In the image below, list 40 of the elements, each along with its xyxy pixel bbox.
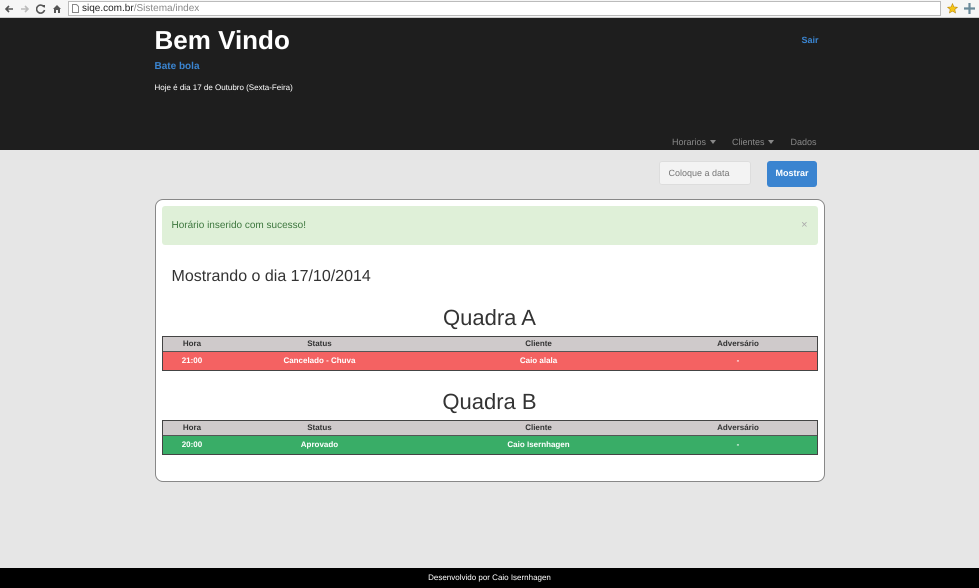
logout-link[interactable]: Sair [801, 34, 818, 94]
table-cell-text: - [736, 354, 740, 366]
table-cell-text: Aprovado [300, 438, 340, 450]
column-header: Status [306, 422, 333, 434]
footer-text: Desenvolvido por Caio Isernhagen [428, 572, 551, 584]
date-heading: Mostrando o dia 17/10/2014 [172, 266, 372, 286]
extension-icon[interactable] [964, 3, 975, 14]
table-cell-text: Caio Isernhagen [506, 438, 571, 450]
table-cell-text: Cancelado - Chuva [282, 354, 356, 366]
caret-icon [710, 140, 716, 144]
page-icon [72, 4, 79, 13]
table-cell-text: - [736, 438, 740, 450]
date-text: Hoje é dia 17 de Outubro (Sexta-Feira) [154, 82, 293, 94]
column-header: Cliente [524, 338, 553, 350]
home-icon[interactable] [52, 4, 62, 14]
nav-link[interactable]: Horarios [672, 136, 716, 150]
column-header: Hora [182, 338, 202, 350]
column-header: Status [306, 338, 333, 350]
nav-link[interactable]: Clientes [732, 136, 774, 150]
url-text: siqe.com.br/Sistema/index [82, 2, 200, 16]
table-cell-text: 20:00 [180, 438, 204, 450]
table-cell-text: 21:00 [180, 354, 204, 366]
nav-link[interactable]: Dados [790, 136, 816, 150]
reload-icon[interactable] [36, 4, 46, 14]
alert-message: Horário inserido com sucesso! [172, 218, 306, 232]
page-title: Bem Vindo [154, 26, 291, 55]
show-button[interactable]: Mostrar [767, 161, 816, 186]
court-title: Quadra A [442, 304, 537, 332]
caret-icon [768, 140, 774, 144]
court-title: Quadra B [441, 388, 538, 416]
column-header: Adversário [716, 338, 760, 350]
address-bar[interactable]: siqe.com.br/Sistema/index [68, 1, 941, 16]
back-icon[interactable] [4, 4, 14, 14]
column-header: Cliente [524, 422, 553, 434]
table-cell-text: Caio alala [518, 354, 558, 366]
column-header: Adversário [716, 422, 760, 434]
star-icon[interactable] [947, 3, 958, 14]
date-input[interactable]: Coloque a data [659, 161, 752, 185]
column-header: Hora [182, 422, 202, 434]
subtitle: Bate bola [154, 60, 201, 74]
